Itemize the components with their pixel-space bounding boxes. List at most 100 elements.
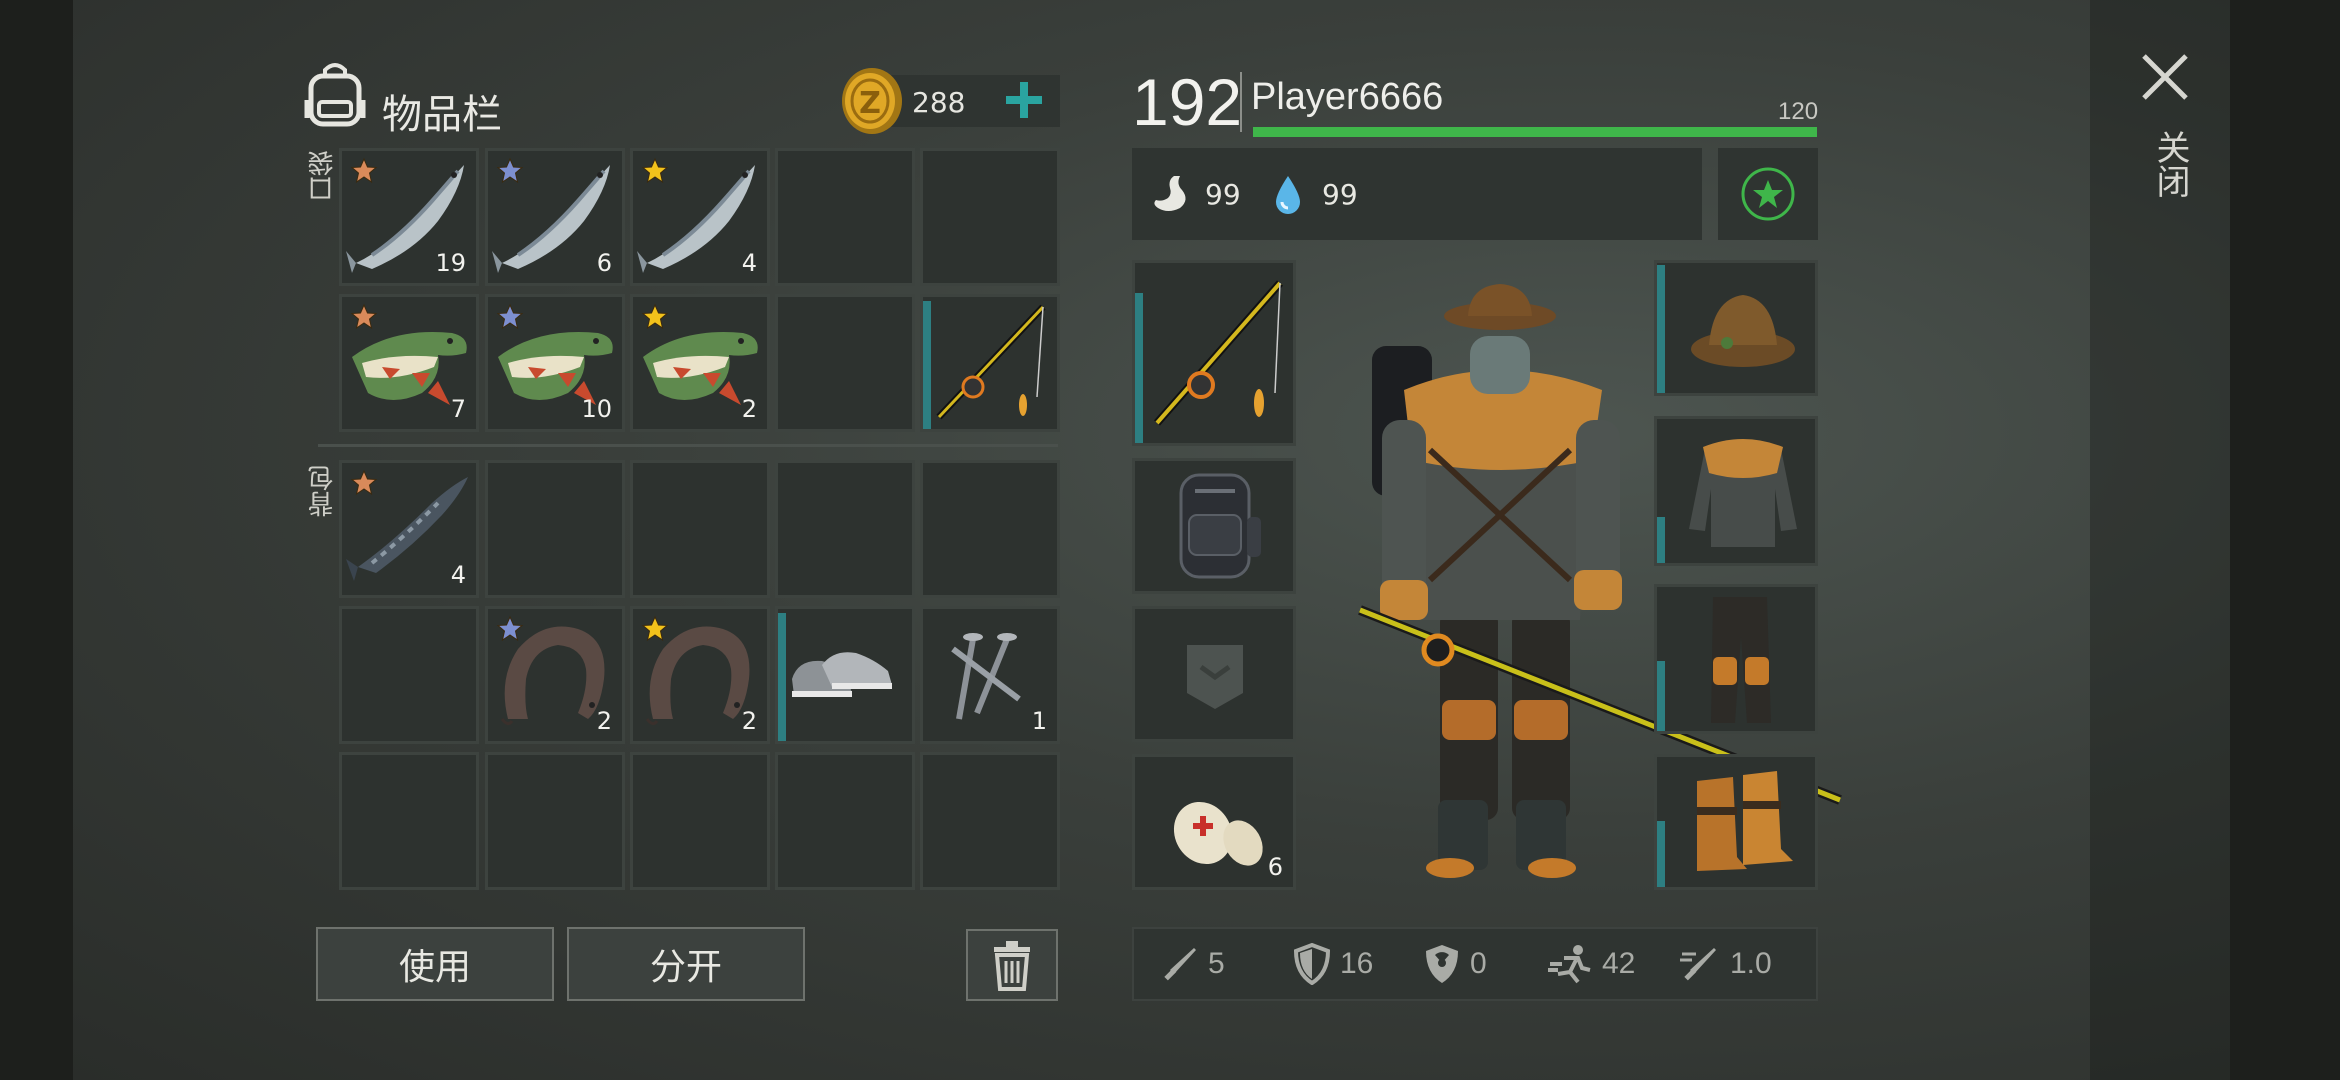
equip-slot-boots[interactable] [1654, 754, 1818, 890]
stat-radiation: 0 [1422, 929, 1487, 999]
inventory-slot-empty[interactable] [920, 752, 1060, 890]
attack-speed-icon [1680, 948, 1716, 981]
stats-bar: 5 16 0 42 1.0 [1132, 927, 1818, 1001]
inventory-slot-empty[interactable] [339, 606, 479, 744]
sneakers-icon [792, 652, 892, 697]
inventory-title: 物品栏 [382, 92, 502, 138]
stat-attack: 5 [1160, 929, 1225, 999]
player-name: Player6666 [1251, 76, 1444, 118]
inventory-slot-empty[interactable] [630, 460, 770, 598]
pocket-icon [1187, 645, 1243, 709]
section-divider [318, 444, 1058, 447]
thirst-value: 99 [1322, 178, 1358, 211]
item-count: 19 [435, 249, 466, 277]
perk-slot[interactable] [1718, 148, 1818, 240]
inventory-slot-empty[interactable] [630, 752, 770, 890]
equip-slot-pocket[interactable] [1132, 606, 1296, 742]
item-count: 7 [450, 395, 466, 423]
item-count: 4 [741, 249, 757, 277]
add-coins-icon[interactable] [1002, 78, 1046, 122]
inventory-slot-empty[interactable] [775, 460, 915, 598]
inventory-slot-sneakers[interactable] [775, 606, 915, 744]
backpack-label: 背包 [308, 465, 338, 517]
star-silver-icon [496, 615, 524, 642]
star-gold-icon [641, 303, 669, 330]
xp-bar-track [1253, 127, 1817, 137]
jacket-icon [1689, 439, 1797, 547]
inventory-slot-empty[interactable] [485, 460, 625, 598]
trash-button[interactable] [966, 929, 1058, 1001]
item-count: 4 [450, 561, 466, 589]
star-silver-icon [496, 303, 524, 330]
equip-slot-jacket[interactable] [1654, 416, 1818, 566]
inventory-slot-empty[interactable] [775, 148, 915, 286]
close-label[interactable]: 关闭 [2146, 130, 2195, 198]
equip-slot-backpack[interactable] [1132, 458, 1296, 594]
use-button[interactable]: 使用 [316, 927, 554, 1001]
trash-icon [994, 941, 1030, 991]
sword-icon [1164, 948, 1196, 981]
item-count: 2 [741, 707, 757, 735]
item-count: 6 [596, 249, 612, 277]
star-badge-icon [1741, 167, 1795, 221]
pocket-label: 口袋 [308, 150, 338, 202]
backpack-item-icon [1179, 473, 1261, 579]
backpack-icon [304, 63, 366, 127]
level-divider [1240, 72, 1242, 132]
fishing-rod-icon [1153, 280, 1284, 426]
equip-slot-hat[interactable] [1654, 260, 1818, 396]
inventory-slot-catfish[interactable]: 2 [485, 606, 625, 744]
radiation-shield-icon [1426, 945, 1458, 983]
pants-icon [1711, 597, 1771, 723]
player-level: 192 [1132, 65, 1243, 139]
inventory-slot-empty[interactable] [920, 460, 1060, 598]
inventory-slot-empty[interactable] [920, 148, 1060, 286]
star-silver-icon [496, 157, 524, 184]
xp-value: 120 [1778, 98, 1819, 125]
inventory-slot-sturgeon[interactable]: 4 [339, 460, 479, 598]
water-drop-icon [1276, 176, 1300, 214]
inventory-slot-catfish[interactable]: 2 [630, 606, 770, 744]
equip-slot-quick[interactable]: 6 [1132, 754, 1296, 890]
fishing-rod-icon [936, 304, 1046, 420]
equip-slot-pants[interactable] [1654, 584, 1818, 734]
inventory-slot-salmon[interactable]: 6 [485, 148, 625, 286]
hunger-value: 99 [1205, 178, 1241, 211]
star-bronze-icon [350, 303, 378, 330]
coin-icon: Z [842, 68, 902, 134]
stat-speed: 42 [1546, 929, 1635, 999]
inventory-slot-salmon[interactable]: 4 [630, 148, 770, 286]
inventory-slot-pike[interactable]: 2 [630, 294, 770, 432]
inventory-slot-salmon[interactable]: 19 [339, 148, 479, 286]
inventory-slot-empty[interactable] [339, 752, 479, 890]
inventory-slot-pike[interactable]: 7 [339, 294, 479, 432]
bandage-count: 6 [1267, 853, 1283, 881]
xp-bar-fill [1253, 127, 1817, 137]
stomach-icon [1154, 176, 1186, 211]
star-gold-icon [641, 615, 669, 642]
coin-count: 288 [912, 86, 966, 119]
star-gold-icon [641, 157, 669, 184]
stat-armor: 16 [1292, 929, 1373, 999]
stat-attack-speed: 1.0 [1678, 929, 1772, 999]
item-count: 10 [581, 395, 612, 423]
inventory-slot-fishing-rod[interactable] [920, 294, 1060, 432]
split-button[interactable]: 分开 [567, 927, 805, 1001]
shield-icon [1293, 943, 1331, 985]
item-count: 1 [1031, 707, 1047, 735]
bucket-hat-icon [1691, 295, 1795, 367]
item-count: 2 [596, 707, 612, 735]
running-icon [1548, 945, 1591, 984]
inventory-slot-pike[interactable]: 10 [485, 294, 625, 432]
star-bronze-icon [350, 157, 378, 184]
inventory-slot-empty[interactable] [485, 752, 625, 890]
equip-slot-weapon[interactable] [1132, 260, 1296, 446]
svg-text:Z: Z [859, 86, 881, 121]
inventory-slot-empty[interactable] [775, 752, 915, 890]
close-icon[interactable] [2140, 52, 2190, 102]
inventory-slot-empty[interactable] [775, 294, 915, 432]
item-count: 2 [741, 395, 757, 423]
inventory-slot-nails[interactable]: 1 [920, 606, 1060, 744]
star-bronze-icon [350, 469, 378, 496]
boots-icon [1697, 771, 1793, 871]
